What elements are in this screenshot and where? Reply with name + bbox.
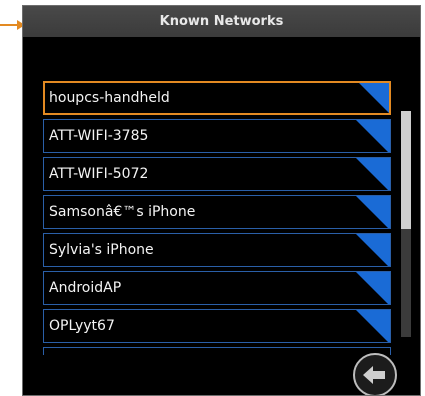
network-item-oplyyt67[interactable]: OPLyyt67 [43, 309, 391, 343]
blue-corner-triangle-icon [359, 83, 389, 113]
network-item-houpcs-handheld[interactable]: houpcs-handheld [43, 81, 391, 115]
blue-corner-triangle-icon [356, 310, 390, 342]
network-item-att-wifi-5072[interactable]: ATT-WIFI-5072 [43, 157, 391, 191]
network-item-label: ATT-WIFI-5072 [49, 166, 149, 182]
list-scrollbar[interactable] [401, 111, 411, 337]
blue-corner-triangle-icon [356, 120, 390, 152]
network-item-label: ATT-WIFI-3785 [49, 128, 149, 144]
network-list[interactable]: houpcs-handheld ATT-WIFI-3785 ATT-WIFI-5… [43, 81, 391, 365]
network-item-label: AndroidAP [49, 280, 122, 296]
left-arrow-icon [363, 366, 385, 384]
blue-corner-triangle-icon [356, 272, 390, 304]
network-item-sylvias-iphone[interactable]: Sylvia's iPhone [43, 233, 391, 267]
network-item-label: houpcs-handheld [49, 90, 170, 106]
network-item-label: OPLyyt67 [49, 318, 115, 334]
network-item-att-wifi-3785[interactable]: ATT-WIFI-3785 [43, 119, 391, 153]
network-item-partial[interactable] [43, 347, 391, 355]
network-item-label: Sylvia's iPhone [49, 242, 154, 258]
scrollbar-thumb[interactable] [401, 111, 411, 229]
network-item-androidap[interactable]: AndroidAP [43, 271, 391, 305]
blue-corner-triangle-icon [356, 234, 390, 266]
network-item-label: Samsonâ€™s iPhone [49, 204, 196, 220]
window-title: Known Networks [159, 14, 284, 29]
blue-corner-triangle-icon [356, 196, 390, 228]
title-bar: Known Networks [23, 6, 420, 37]
known-networks-window: Known Networks houpcs-handheld ATT-WIFI-… [22, 5, 421, 396]
blue-corner-triangle-icon [356, 158, 390, 190]
back-button[interactable] [353, 353, 397, 395]
network-item-samsons-iphone[interactable]: Samsonâ€™s iPhone [43, 195, 391, 229]
